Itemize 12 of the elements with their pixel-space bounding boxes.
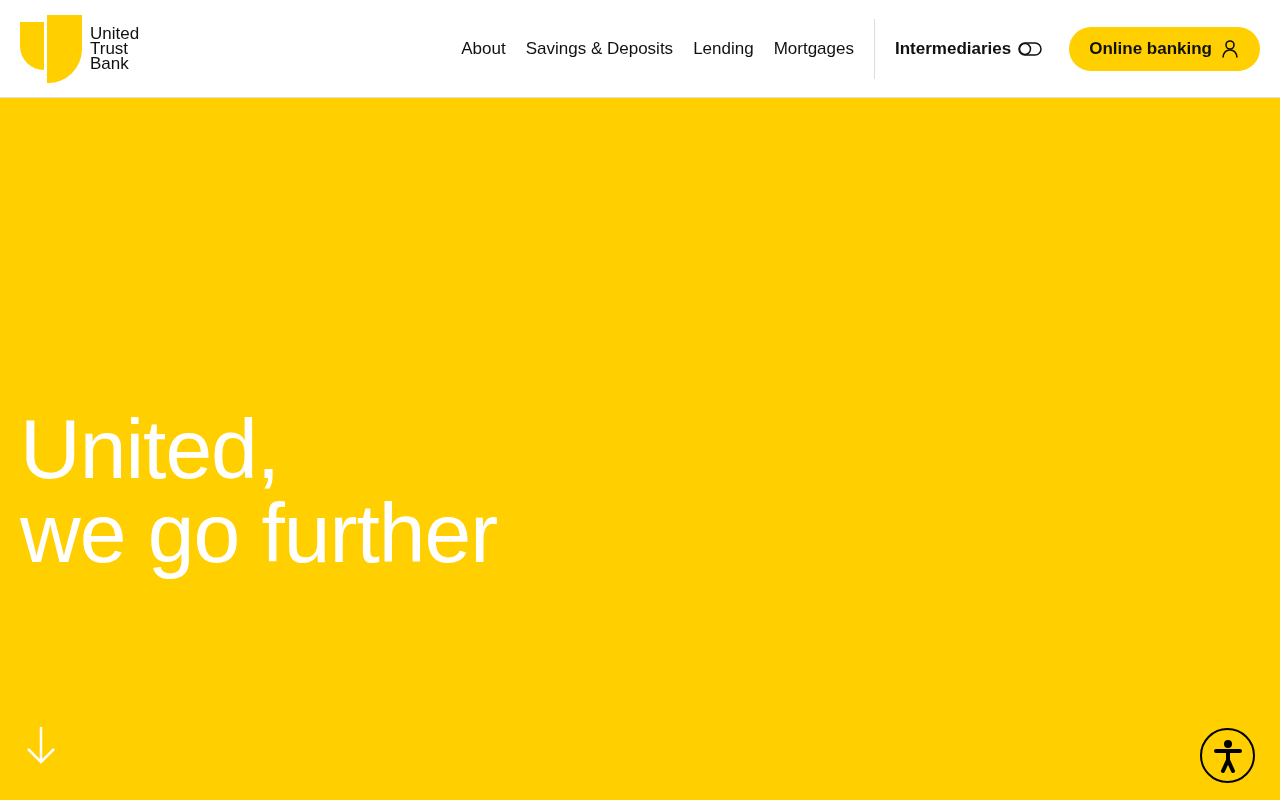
nav-link[interactable]: Savings & Deposits	[525, 38, 674, 59]
user-icon	[1222, 39, 1238, 58]
nav-link[interactable]: Lending	[693, 38, 754, 59]
accessibility-button[interactable]	[1200, 728, 1255, 783]
logo-text: United Trust Bank	[90, 26, 140, 71]
toggle-icon[interactable]	[1018, 41, 1043, 56]
accessibility-icon	[1212, 738, 1243, 773]
nav-link[interactable]: Intermediaries	[894, 38, 1012, 59]
nav-link[interactable]: About	[461, 38, 506, 59]
nav-link[interactable]: Mortgages	[773, 38, 854, 59]
online-banking-button[interactable]: Online banking	[1069, 26, 1260, 71]
logo-icon	[20, 14, 82, 83]
